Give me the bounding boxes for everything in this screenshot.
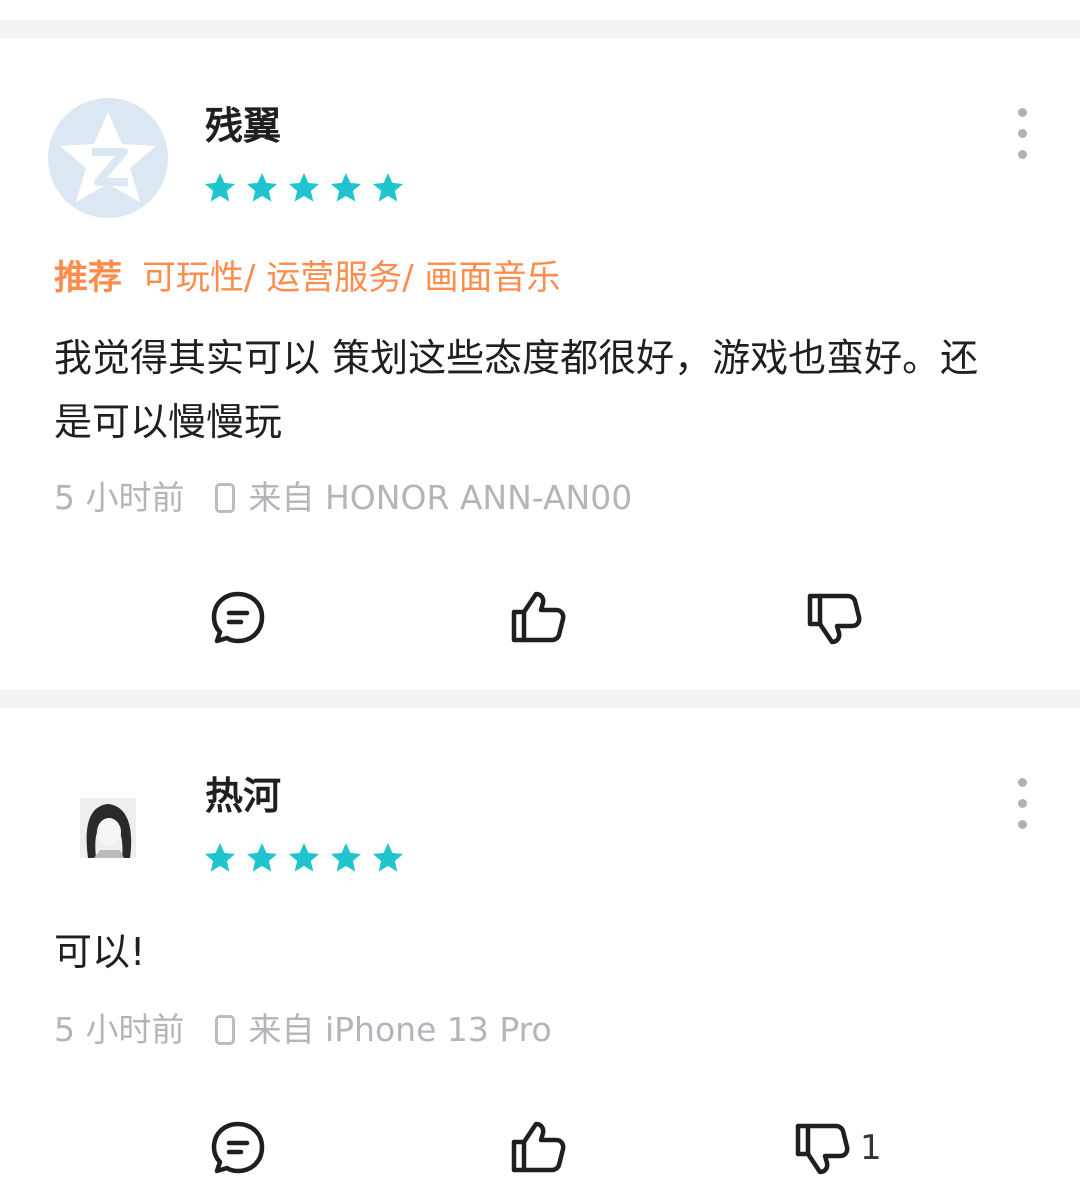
dislike-count: 1	[860, 1128, 882, 1168]
review-text[interactable]: 我觉得其实可以 策划这些态度都很好，游戏也蛮好。还是可以慢慢玩	[54, 326, 1014, 454]
device-label: 来自 HONOR ANN-AN00	[248, 478, 633, 517]
comment-icon	[211, 591, 265, 644]
star-rating	[202, 170, 406, 206]
review-meta: 5 小时前 来自 iPhone 13 Pro	[54, 1008, 552, 1052]
like-button[interactable]	[508, 588, 568, 648]
comment-icon	[211, 1121, 265, 1174]
comment-button[interactable]	[208, 588, 268, 648]
username[interactable]: 残翼	[205, 102, 281, 150]
qq-zone-star-icon	[60, 112, 156, 202]
star-rating	[202, 840, 406, 876]
anime-girl-avatar	[80, 798, 136, 858]
dislike-button[interactable]	[792, 1118, 852, 1178]
phone-icon	[214, 483, 235, 513]
more-vertical-icon[interactable]	[1000, 768, 1044, 838]
star-icon	[247, 843, 277, 872]
review-time: 5 小时前	[54, 1010, 185, 1049]
star-icon	[289, 843, 319, 872]
star-icon	[205, 843, 235, 872]
review-text[interactable]: 可以!	[54, 920, 1014, 984]
comment-button[interactable]	[208, 1118, 268, 1178]
recommend-label: 推荐	[54, 258, 122, 298]
top-divider	[0, 20, 1080, 38]
thumbs-down-icon	[795, 1123, 850, 1175]
review-card: 残翼 推荐 可玩性/ 运营服务/ 画面音乐 我觉得其实可以 策划这些态度都很好，游…	[0, 38, 1080, 690]
review-meta: 5 小时前 来自 HONOR ANN-AN00	[54, 476, 632, 520]
review-tags: 推荐 可玩性/ 运营服务/ 画面音乐	[54, 256, 561, 300]
thumbs-up-icon	[511, 1121, 566, 1173]
star-icon	[331, 173, 361, 202]
star-icon	[373, 843, 403, 872]
review-divider	[0, 690, 1080, 708]
aspect-tags: 可玩性/ 运营服务/ 画面音乐	[142, 258, 561, 298]
more-vertical-icon[interactable]	[1000, 98, 1044, 168]
star-icon	[289, 173, 319, 202]
thumbs-down-icon	[807, 593, 862, 645]
phone-icon	[214, 1015, 235, 1045]
dislike-button[interactable]	[804, 588, 864, 648]
review-card: 热河 可以! 5 小时前 来自 iPhone 13 Pro 1	[0, 708, 1080, 1204]
device-label: 来自 iPhone 13 Pro	[248, 1010, 552, 1049]
star-icon	[205, 173, 235, 202]
like-button[interactable]	[508, 1118, 568, 1178]
thumbs-up-icon	[511, 591, 566, 643]
star-icon	[373, 173, 403, 202]
star-icon	[331, 843, 361, 872]
username[interactable]: 热河	[205, 772, 281, 820]
review-time: 5 小时前	[54, 478, 185, 517]
star-icon	[247, 173, 277, 202]
avatar[interactable]	[48, 768, 168, 888]
avatar[interactable]	[48, 98, 168, 218]
